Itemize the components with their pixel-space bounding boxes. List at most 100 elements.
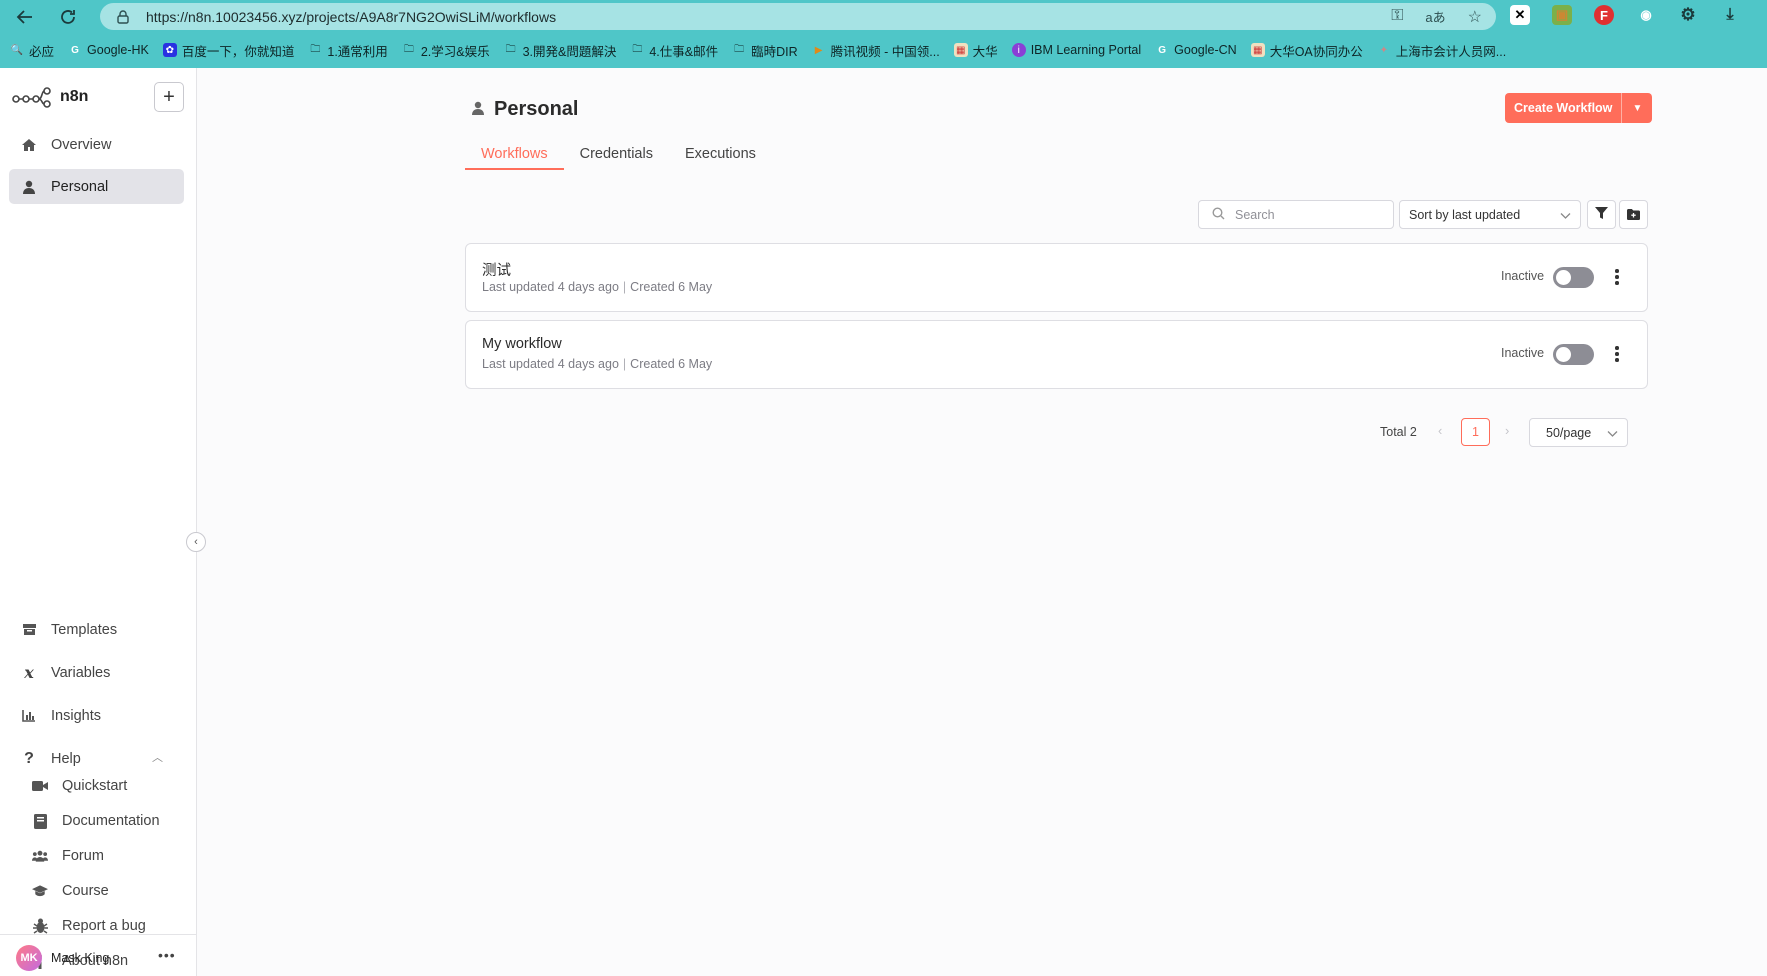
bing-icon: 🔍 — [10, 44, 24, 56]
tab-workflows[interactable]: Workflows — [465, 140, 564, 170]
avatar[interactable]: MK — [16, 945, 42, 971]
reload-icon[interactable] — [55, 4, 81, 30]
new-folder-button[interactable] — [1619, 200, 1648, 229]
graduation-cap-icon — [32, 883, 48, 899]
chevron-down-icon — [1607, 427, 1618, 441]
help-item-label: Course — [62, 883, 109, 899]
sidebar-item-overview[interactable]: Overview — [9, 127, 184, 162]
meta-separator: | — [622, 357, 627, 371]
pagination-page[interactable]: 1 — [1461, 418, 1490, 446]
create-workflow-button[interactable]: Create Workflow — [1505, 93, 1622, 123]
bookmark[interactable]: 🗀 3.開発&問題解決 — [504, 41, 617, 60]
variable-icon: x — [24, 663, 34, 682]
workflow-name[interactable]: My workflow — [482, 336, 562, 352]
translate-icon[interactable]: aあ — [1425, 7, 1445, 27]
sidebar-item-variables[interactable]: x Variables — [9, 655, 184, 690]
n8n-app: n8n + Overview Personal ‹ Templates x Va… — [0, 68, 1767, 976]
bookmark[interactable]: i IBM Learning Portal — [1011, 43, 1141, 57]
bookmark[interactable]: 🗀 2.学习&娱乐 — [402, 41, 490, 60]
bookmark[interactable]: ✿ 百度一下，你就知道 — [162, 41, 294, 60]
sidebar-item-label: Help — [51, 750, 81, 767]
bookmark[interactable]: G Google-HK — [68, 43, 149, 57]
sidebar-item-label: Overview — [51, 136, 112, 153]
download-icon[interactable]: ⤓ — [1720, 5, 1740, 25]
bookmark[interactable]: G Google-CN — [1155, 43, 1236, 57]
chevron-left-icon[interactable]: ‹ — [1438, 423, 1442, 438]
active-toggle[interactable] — [1553, 344, 1594, 365]
puzzle-icon[interactable]: ⚙ — [1678, 5, 1698, 25]
dahua-icon: ▦ — [953, 43, 968, 57]
bookmark[interactable]: 🔍 必应 — [10, 41, 54, 60]
filter-icon — [1595, 206, 1608, 223]
chart-icon — [21, 708, 37, 724]
search-icon — [1212, 206, 1225, 223]
help-item-documentation[interactable]: Documentation — [32, 808, 160, 834]
bookmark[interactable]: 🗀 4.仕事&邮件 — [630, 41, 718, 60]
sidebar-item-help[interactable]: ? Help ︿ — [9, 741, 184, 776]
help-item-label: Documentation — [62, 813, 160, 829]
main-content: Personal Create Workflow ▼ Workflows Cre… — [198, 68, 1767, 976]
bookmark[interactable]: ✦ 上海市会计人员网... — [1377, 41, 1507, 60]
sidebar-item-label: Variables — [51, 664, 111, 681]
n8n-logo[interactable]: n8n — [12, 86, 88, 108]
page-title-text: Personal — [494, 98, 579, 120]
per-page-select[interactable]: 50/page — [1529, 418, 1628, 447]
folder-icon: 🗀 — [734, 43, 745, 55]
extension-icon[interactable]: F — [1594, 5, 1614, 25]
workflow-meta: Last updated 4 days ago | Created 6 May — [482, 357, 712, 371]
sidebar-item-label: Personal — [51, 178, 109, 195]
per-page-value: 50/page — [1546, 425, 1592, 440]
extension-icon[interactable]: ✕ — [1510, 5, 1530, 25]
add-button[interactable]: + — [154, 82, 184, 112]
workflow-meta: Last updated 4 days ago | Created 6 May — [482, 280, 712, 294]
n8n-logo-icon — [12, 87, 51, 108]
star-icon[interactable]: ☆ — [1468, 7, 1482, 27]
workflow-status: Inactive — [1501, 269, 1545, 283]
more-options-icon[interactable] — [1612, 344, 1622, 364]
key-icon[interactable]: ⚿ — [1391, 7, 1403, 27]
workflow-card[interactable]: 测试 Last updated 4 days ago | Created 6 M… — [465, 243, 1648, 312]
sidebar-item-personal[interactable]: Personal — [9, 169, 184, 204]
help-item-course[interactable]: Course — [32, 878, 109, 904]
filter-button[interactable] — [1587, 200, 1616, 229]
address-bar[interactable]: https://n8n.10023456.xyz/projects/A9A8r7… — [100, 3, 1496, 30]
record-icon[interactable]: ◉ — [1636, 5, 1656, 25]
sort-select-value: Sort by last updated — [1409, 207, 1521, 222]
more-options-icon[interactable] — [1612, 267, 1622, 287]
create-workflow-button-group: Create Workflow ▼ — [1505, 93, 1653, 123]
question-icon: ? — [24, 749, 34, 767]
bookmarks-bar: 🔍 必应 G Google-HK ✿ 百度一下，你就知道 🗀 1.通常利用 🗀 2.学习&… — [0, 38, 1767, 62]
help-item-label: Quickstart — [62, 778, 128, 794]
active-toggle[interactable] — [1553, 267, 1594, 288]
sort-select[interactable]: Sort by last updated — [1399, 200, 1581, 229]
browser-toolbar: https://n8n.10023456.xyz/projects/A9A8r7… — [0, 0, 1767, 68]
help-item-forum[interactable]: Forum — [32, 843, 104, 869]
tab-credentials[interactable]: Credentials — [564, 140, 669, 170]
user-icon — [21, 179, 37, 195]
workflow-name[interactable]: 测试 — [482, 259, 511, 280]
back-arrow-icon[interactable] — [12, 4, 38, 30]
extension-icon[interactable]: ▣ — [1552, 5, 1572, 25]
bookmark[interactable]: ▦ 大华 — [953, 41, 998, 60]
help-item-quickstart[interactable]: Quickstart — [32, 773, 127, 799]
plus-icon: + — [163, 85, 175, 108]
workflow-status: Inactive — [1501, 346, 1545, 360]
workflow-created: Created 6 May — [630, 357, 713, 371]
search-input[interactable] — [1235, 207, 1385, 222]
sidebar-item-insights[interactable]: Insights — [9, 698, 184, 733]
bookmark[interactable]: 🗀 臨時DIR — [732, 41, 798, 60]
tab-executions[interactable]: Executions — [669, 140, 772, 170]
user-name: Mask King — [51, 951, 110, 965]
user-menu-icon[interactable]: ••• — [158, 947, 176, 963]
bookmark[interactable]: ▶ 腾讯视频 - 中国领... — [812, 41, 940, 60]
workflow-created: Created 6 May — [630, 280, 713, 294]
sidebar: n8n + Overview Personal ‹ Templates x Va… — [0, 68, 206, 976]
chevron-down-icon[interactable]: ▼ — [1621, 93, 1653, 123]
bookmark[interactable]: 🗀 1.通常利用 — [308, 41, 387, 60]
chevron-right-icon[interactable]: › — [1505, 423, 1509, 438]
bookmark[interactable]: ▦ 大华OA协同办公 — [1250, 41, 1363, 60]
sidebar-item-templates[interactable]: Templates — [9, 612, 184, 647]
folder-plus-icon — [1627, 207, 1640, 223]
folder-icon: 🗀 — [403, 43, 414, 55]
workflow-card[interactable]: My workflow Last updated 4 days ago | Cr… — [465, 320, 1648, 389]
